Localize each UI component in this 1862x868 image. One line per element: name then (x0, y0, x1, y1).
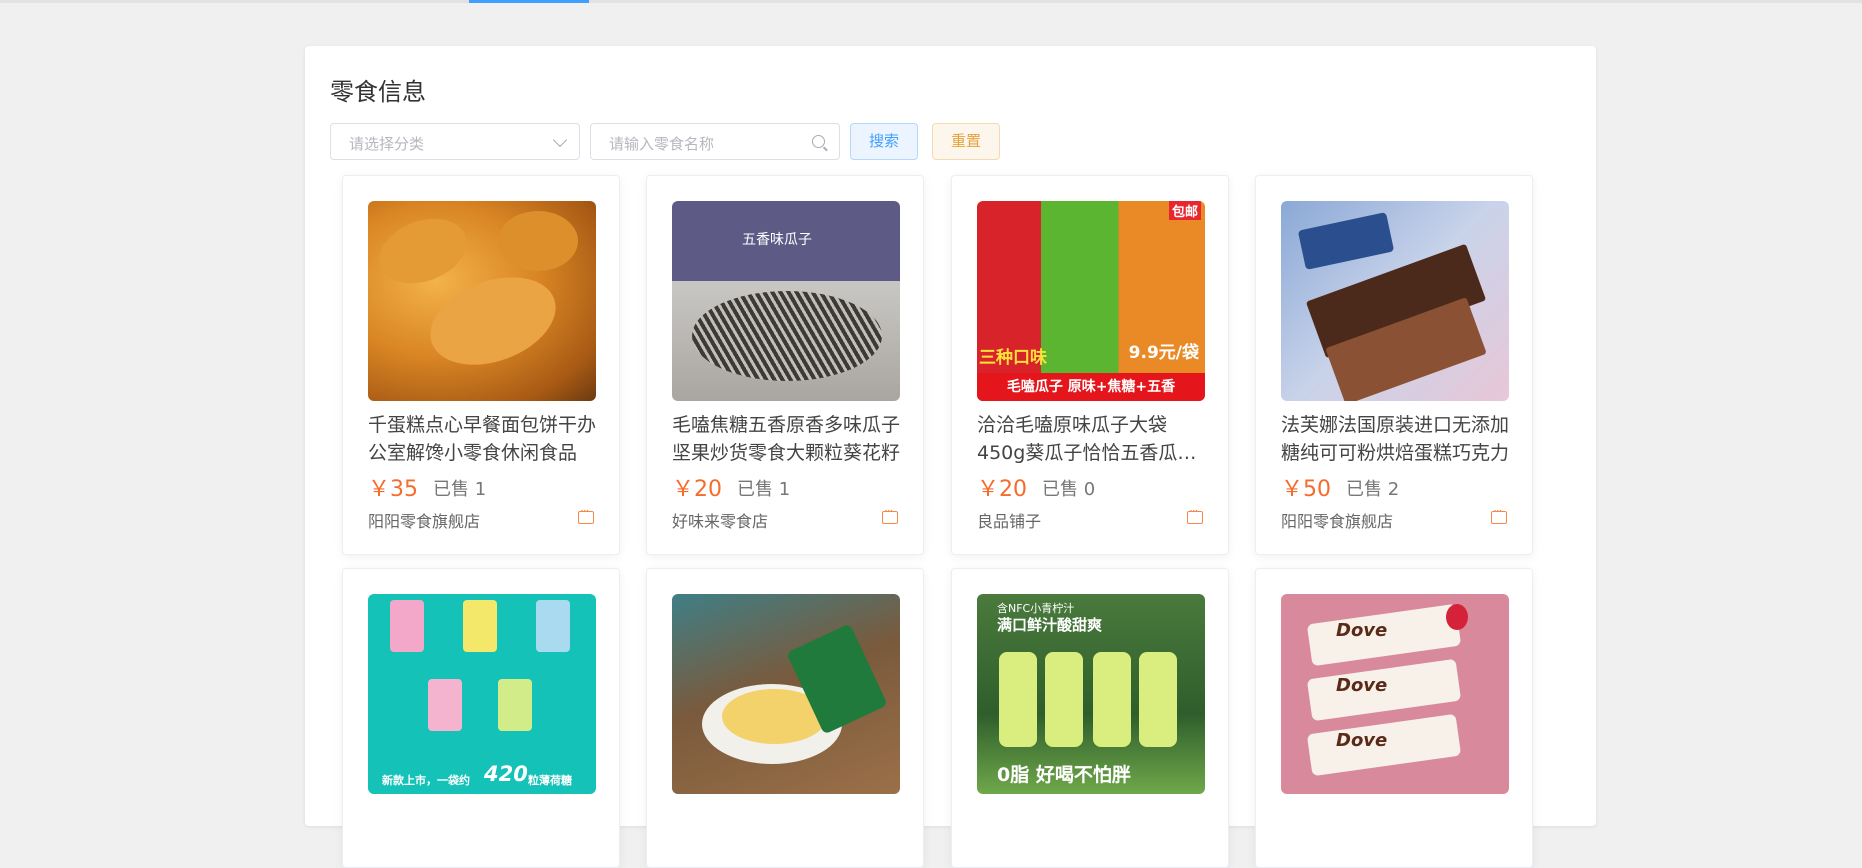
image-caption: 新款上市，一袋约 (382, 774, 470, 787)
image-caption: 9.9元/袋 (1128, 343, 1199, 363)
chat-icon[interactable] (578, 504, 594, 524)
product-price: ￥50 (1281, 477, 1331, 502)
brand-logo: Dove (1336, 620, 1388, 641)
brand-logo: Dove (1336, 730, 1388, 751)
product-card[interactable]: 法芙娜法国原装进口无添加糖纯可可粉烘焙蛋糕巧克力 ￥50 已售 2 阳阳零食旗舰… (1255, 175, 1533, 555)
seed-bags-image[interactable]: 包邮 三种口味 9.9元/袋 毛嗑瓜子 原味+焦糖+五香 (977, 201, 1205, 401)
product-name[interactable]: 毛嗑焦糖五香原香多味瓜子坚果炒货零食大颗粒葵花籽 (672, 411, 900, 467)
sunflower-seeds-image[interactable]: 五香味瓜子 (672, 201, 900, 401)
product-card[interactable]: 千蛋糕点心早餐面包饼干办公室解馋小零食休闲食品 ￥35 已售 1 阳阳零食旗舰店 (342, 175, 620, 555)
shop-name[interactable]: 良品铺子 (977, 508, 1041, 532)
image-caption: 粒薄荷糖 (528, 774, 572, 787)
chat-icon[interactable] (1491, 504, 1507, 524)
free-shipping-badge: 包邮 (1168, 201, 1201, 220)
chat-icon[interactable] (1187, 504, 1203, 524)
category-select[interactable]: 请选择分类 (330, 123, 580, 160)
product-sold-count: 已售 2 (1346, 479, 1400, 500)
product-card[interactable]: 新款上市，一袋约 420 粒薄荷糖 (342, 568, 620, 868)
image-caption: 三种口味 (979, 348, 1047, 368)
product-card[interactable] (646, 568, 924, 868)
chocolate-bars-image[interactable] (1281, 201, 1509, 401)
chat-icon[interactable] (882, 504, 898, 524)
snack-name-placeholder: 请输入零食名称 (609, 135, 715, 153)
potato-chips-image[interactable] (672, 594, 900, 794)
chevron-down-icon (552, 132, 568, 148)
image-caption: 满口鲜汁酸甜爽 (997, 616, 1103, 634)
product-name[interactable]: 洽洽毛嗑原味瓜子大袋450g葵瓜子恰恰五香瓜子零食 (977, 411, 1205, 467)
reset-button[interactable]: 重置 (932, 123, 1000, 160)
shop-name[interactable]: 阳阳零食旗舰店 (1281, 508, 1393, 532)
snack-name-input[interactable]: 请输入零食名称 (590, 123, 840, 160)
bread-pastries-image[interactable] (368, 201, 596, 401)
image-caption: 0脂 好喝不怕胖 (997, 764, 1131, 786)
search-button[interactable]: 搜索 (850, 123, 918, 160)
shop-name[interactable]: 阳阳零食旗舰店 (368, 508, 480, 532)
product-sold-count: 已售 1 (433, 479, 487, 500)
brand-logo: Dove (1336, 675, 1388, 696)
product-name[interactable]: 法芙娜法国原装进口无添加糖纯可可粉烘焙蛋糕巧克力 (1281, 411, 1509, 467)
product-price: ￥35 (368, 477, 418, 502)
lemon-juice-image[interactable]: 含NFC小青柠汁 满口鲜汁酸甜爽 0脂 好喝不怕胖 (977, 594, 1205, 794)
product-card[interactable]: Dove Dove Dove (1255, 568, 1533, 868)
product-card[interactable]: 包邮 三种口味 9.9元/袋 毛嗑瓜子 原味+焦糖+五香 洽洽毛嗑原味瓜子大袋4… (951, 175, 1229, 555)
category-select-placeholder: 请选择分类 (349, 135, 425, 153)
image-caption: 五香味瓜子 (742, 232, 812, 248)
top-nav-bar (0, 0, 1862, 3)
shop-name[interactable]: 好味来零食店 (672, 508, 768, 532)
product-sold-count: 已售 0 (1042, 479, 1096, 500)
product-name[interactable]: 千蛋糕点心早餐面包饼干办公室解馋小零食休闲食品 (368, 411, 596, 467)
product-price: ￥20 (672, 477, 722, 502)
image-caption: 毛嗑瓜子 原味+焦糖+五香 (977, 373, 1205, 401)
search-icon (812, 135, 825, 148)
product-sold-count: 已售 1 (737, 479, 791, 500)
product-card[interactable]: 五香味瓜子 毛嗑焦糖五香原香多味瓜子坚果炒货零食大颗粒葵花籽 ￥20 已售 1 … (646, 175, 924, 555)
mints-candy-image[interactable]: 新款上市，一袋约 420 粒薄荷糖 (368, 594, 596, 794)
product-price: ￥20 (977, 477, 1027, 502)
product-card[interactable]: 含NFC小青柠汁 满口鲜汁酸甜爽 0脂 好喝不怕胖 (951, 568, 1229, 868)
image-caption: 420 (484, 762, 528, 786)
dove-icecream-image[interactable]: Dove Dove Dove (1281, 594, 1509, 794)
page-title: 零食信息 (330, 78, 426, 106)
active-tab-indicator (469, 0, 589, 3)
